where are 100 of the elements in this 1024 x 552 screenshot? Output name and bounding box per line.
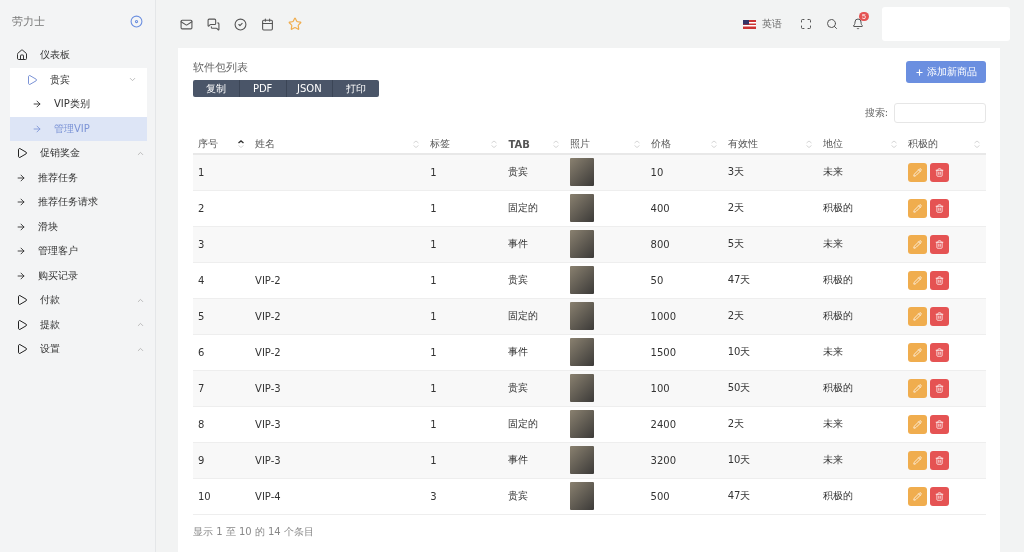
edit-button[interactable] xyxy=(907,234,927,254)
trash-icon xyxy=(934,491,944,501)
check-circle-icon[interactable] xyxy=(232,15,249,33)
table-cell: 未来 xyxy=(817,442,903,478)
edit-button[interactable] xyxy=(907,162,927,182)
home-icon xyxy=(16,49,28,62)
table-cell: 5天 xyxy=(722,226,818,262)
pencil-icon xyxy=(912,167,922,177)
table-cell: 固定的 xyxy=(503,406,566,442)
table-cell: 1 xyxy=(425,442,504,478)
delete-button[interactable] xyxy=(929,234,949,254)
delete-button[interactable] xyxy=(929,378,949,398)
edit-button[interactable] xyxy=(907,198,927,218)
arrow-icon xyxy=(32,99,42,110)
trash-icon xyxy=(934,239,944,249)
delete-button[interactable] xyxy=(929,270,949,290)
table-cell: 积极的 xyxy=(817,478,903,514)
delete-button[interactable] xyxy=(929,414,949,434)
edit-button[interactable] xyxy=(907,486,927,506)
table-cell: 5 xyxy=(193,298,251,334)
table-cell: 积极的 xyxy=(817,262,903,298)
pencil-icon xyxy=(912,311,922,321)
table-cell: 6 xyxy=(193,334,251,370)
sidebar-item[interactable]: 促销奖金 xyxy=(0,141,155,166)
table-cell: VIP-4 xyxy=(250,478,426,514)
table-cell: 1500 xyxy=(645,334,723,370)
export-button[interactable]: JSON xyxy=(286,80,334,97)
table-cell: 10 xyxy=(193,478,251,514)
table-cell: 贵宾 xyxy=(503,262,566,298)
sidebar-item[interactable]: 购买记录 xyxy=(0,263,155,288)
sidebar-item[interactable]: 推荐任务请求 xyxy=(0,190,155,215)
table-cell: 1 xyxy=(425,406,504,442)
search-field[interactable] xyxy=(894,103,986,123)
table-cell: 1 xyxy=(425,298,504,334)
table-cell: 未来 xyxy=(817,154,903,190)
trash-icon xyxy=(934,311,944,321)
arrow-icon xyxy=(32,123,42,134)
plus-icon xyxy=(915,67,924,77)
edit-button[interactable] xyxy=(907,306,927,326)
pencil-icon xyxy=(912,347,922,357)
edit-button[interactable] xyxy=(907,414,927,434)
sidebar-item[interactable]: VIP类别 xyxy=(10,92,147,117)
sidebar-item[interactable]: 提款 xyxy=(0,312,155,337)
table-cell: 固定的 xyxy=(503,190,566,226)
photo-placeholder xyxy=(570,482,595,510)
flag-icon xyxy=(743,19,756,29)
search-icon[interactable] xyxy=(824,16,840,32)
sidebar-item[interactable]: 设置 xyxy=(0,337,155,362)
sidebar-item[interactable]: 贵宾 xyxy=(10,67,147,92)
table-cell: 未来 xyxy=(817,406,903,442)
sidebar-item[interactable]: 管理客户 xyxy=(0,239,155,264)
sort-arrows-icon xyxy=(804,140,813,148)
chat-icon[interactable] xyxy=(205,15,222,33)
arrow-icon xyxy=(16,270,26,281)
sidebar-item[interactable]: 付款 xyxy=(0,288,155,313)
photo-placeholder xyxy=(570,194,595,222)
trash-icon xyxy=(934,275,944,285)
sort-arrows-icon xyxy=(412,140,421,148)
pencil-icon xyxy=(912,419,922,429)
delete-button[interactable] xyxy=(929,162,949,182)
arrow-icon xyxy=(16,221,26,232)
sidebar-item[interactable]: 滑块 xyxy=(0,214,155,239)
table-cell: VIP-2 xyxy=(250,298,426,334)
table-cell: 10天 xyxy=(722,334,818,370)
edit-button[interactable] xyxy=(907,342,927,362)
delete-button[interactable] xyxy=(929,198,949,218)
delete-button[interactable] xyxy=(929,450,949,470)
table-cell: 3天 xyxy=(722,154,818,190)
fullscreen-icon[interactable] xyxy=(798,16,814,32)
pencil-icon xyxy=(912,455,922,465)
trash-icon xyxy=(934,455,944,465)
table-cell: 事件 xyxy=(503,442,566,478)
table-cell: 1 xyxy=(425,154,504,190)
arrow-icon xyxy=(16,172,26,183)
trash-icon xyxy=(934,383,944,393)
language-button[interactable]: 英语 xyxy=(737,16,788,32)
arrow-icon xyxy=(16,197,26,208)
delete-button[interactable] xyxy=(929,306,949,326)
table-cell: 10 xyxy=(645,154,723,190)
sidebar-item[interactable]: 推荐任务 xyxy=(0,165,155,190)
table-cell: VIP-3 xyxy=(250,406,426,442)
table-cell: 1000 xyxy=(645,298,723,334)
export-button[interactable]: 复制 xyxy=(193,80,240,97)
table-cell: 事件 xyxy=(503,226,566,262)
export-button[interactable]: 打印 xyxy=(333,80,379,97)
delete-button[interactable] xyxy=(929,342,949,362)
table-cell: 贵宾 xyxy=(503,478,566,514)
calendar-icon[interactable] xyxy=(259,15,276,33)
table-cell: 3 xyxy=(193,226,251,262)
edit-button[interactable] xyxy=(907,378,927,398)
edit-button[interactable] xyxy=(907,270,927,290)
delete-button[interactable] xyxy=(929,486,949,506)
star-icon[interactable] xyxy=(286,15,304,33)
sort-arrows-icon xyxy=(709,140,718,148)
photo-placeholder xyxy=(570,374,595,402)
sidebar-item[interactable]: 仪表板 xyxy=(0,43,155,68)
export-button[interactable]: PDF xyxy=(239,80,287,97)
pencil-icon xyxy=(912,203,922,213)
table-cell: 10天 xyxy=(722,442,818,478)
edit-button[interactable] xyxy=(907,450,927,470)
